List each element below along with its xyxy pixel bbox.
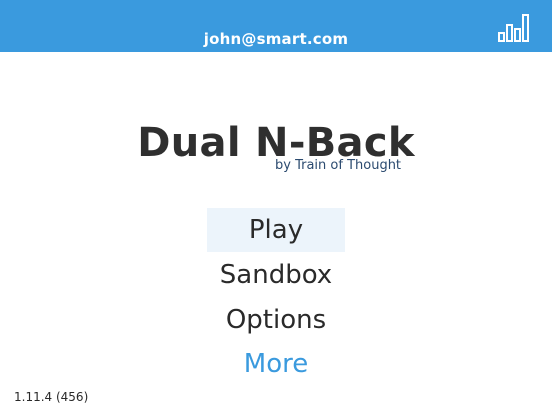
stats-button[interactable] <box>498 12 530 42</box>
account-email[interactable]: john@smart.com <box>0 30 552 48</box>
header-bar: john@smart.com <box>0 0 552 52</box>
home-screen: john@smart.com Dual N-Back by Train of T… <box>0 0 552 414</box>
play-button[interactable]: Play <box>207 208 345 252</box>
bar-chart-icon <box>498 14 529 42</box>
version-label: 1.11.4 (456) <box>14 390 89 404</box>
sandbox-button[interactable]: Sandbox <box>207 253 345 297</box>
app-subtitle: by Train of Thought <box>275 158 402 173</box>
more-button[interactable]: More <box>207 342 345 386</box>
options-button[interactable]: Options <box>207 298 345 342</box>
